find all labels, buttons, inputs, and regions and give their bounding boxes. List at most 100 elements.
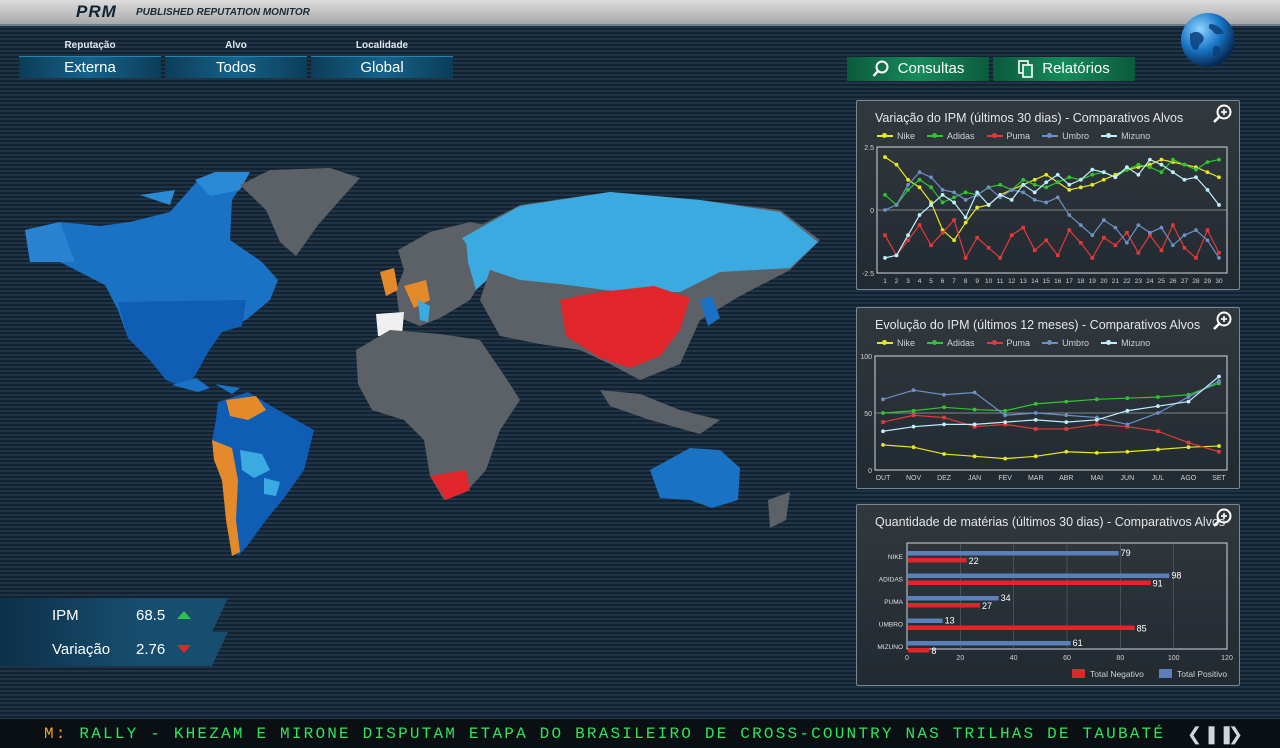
data-point-nike (1217, 444, 1221, 448)
data-point-adidas (906, 187, 910, 192)
data-point-mizuno (940, 192, 945, 197)
data-point-puma (1186, 440, 1191, 445)
bar-value-positivo: 79 (1121, 548, 1131, 558)
data-point-mizuno (1136, 172, 1141, 177)
filter-reputacao: Reputação Externa (19, 40, 161, 78)
world-map[interactable] (0, 160, 840, 560)
globe-icon[interactable] (1180, 12, 1236, 68)
data-point-puma (1125, 230, 1129, 235)
x-tick-label: 20 (1100, 278, 1108, 285)
data-point-adidas (1125, 396, 1130, 401)
data-point-mizuno (942, 422, 946, 427)
data-point-puma (1064, 427, 1069, 431)
data-point-puma (911, 413, 916, 418)
ticker-prev-icon[interactable]: ❮ (1187, 724, 1202, 745)
data-point-mizuno (1205, 187, 1210, 192)
map-region-oceania[interactable] (650, 448, 790, 528)
bar-value-negativo: 85 (1137, 624, 1147, 634)
x-tick-label: JAN (968, 475, 981, 482)
data-point-nike (963, 220, 968, 225)
data-point-mizuno (1124, 165, 1129, 170)
data-point-adidas (1147, 165, 1152, 170)
y-tick-label: 100 (860, 354, 872, 361)
filter-reputacao-button[interactable]: Externa (19, 56, 161, 78)
y-tick-label: 0 (868, 468, 872, 475)
data-point-umbro (1003, 413, 1008, 418)
data-point-adidas (963, 190, 968, 195)
filter-localidade-button[interactable]: Global (311, 56, 453, 78)
data-point-puma (1021, 225, 1026, 230)
app-logo: PRM (76, 2, 117, 21)
bar-value-negativo: 8 (931, 646, 936, 656)
data-point-mizuno (986, 203, 991, 207)
variacao-stat: Variação 2.76 (0, 632, 228, 666)
data-point-mizuno (975, 190, 980, 195)
series-line-adidas (882, 382, 1220, 414)
panel-ipm-variation: Variação do IPM (últimos 30 dias) - Comp… (856, 100, 1240, 290)
relatorios-button[interactable]: Relatórios (993, 57, 1135, 81)
data-point-mizuno (1125, 408, 1130, 413)
data-point-puma (1033, 427, 1038, 431)
bar-total-negativo (908, 625, 1135, 630)
data-point-umbro (1078, 223, 1083, 228)
data-point-adidas (1171, 157, 1175, 162)
ipm-label: IPM (52, 606, 79, 624)
data-point-nike (906, 177, 910, 182)
panel-ipm-evolution: Evolução do IPM (últimos 12 meses) - Com… (856, 307, 1240, 489)
ticker-prefix: M: (44, 725, 68, 743)
data-point-adidas (998, 182, 1003, 187)
x-tick-label: 14 (1031, 278, 1039, 285)
data-point-adidas (1205, 160, 1210, 165)
data-point-mizuno (1067, 182, 1072, 187)
data-point-umbro (1194, 228, 1198, 233)
data-point-nike (1003, 456, 1008, 461)
data-point-puma (1113, 243, 1118, 248)
bar-value-positivo: 13 (945, 616, 955, 626)
data-point-mizuno (1186, 399, 1191, 404)
data-point-umbro (906, 182, 910, 187)
data-point-adidas (1217, 157, 1221, 162)
data-point-umbro (1205, 238, 1210, 243)
data-point-nike (894, 162, 899, 167)
data-point-mizuno (929, 203, 933, 207)
map-region-africa[interactable] (356, 330, 520, 500)
data-point-puma (1032, 248, 1037, 253)
chart-materias-30-dias: 0 20 40 60 80 100 120 NIKE 79 22 ADIDAS 98 91 PUMA 34 2… (877, 542, 1233, 679)
map-region-greenland[interactable] (240, 168, 360, 256)
ticker-next-icon[interactable]: ❯ (1228, 724, 1243, 745)
data-point-adidas (972, 407, 977, 412)
documents-icon (1018, 60, 1034, 78)
consultas-button[interactable]: Consultas (847, 57, 989, 81)
data-point-mizuno (1156, 404, 1160, 409)
filter-alvo-button[interactable]: Todos (165, 56, 307, 78)
data-point-mizuno (1044, 180, 1049, 185)
x-tick-label: 2 (895, 278, 899, 285)
x-tick-label: 120 (1221, 655, 1233, 662)
data-point-nike (972, 454, 977, 459)
data-point-adidas (940, 200, 945, 205)
ipm-stat: IPM 68.5 (0, 598, 228, 632)
data-point-mizuno (1055, 172, 1060, 177)
x-tick-label: 4 (918, 278, 922, 285)
x-tick-label: 23 (1135, 278, 1143, 285)
data-point-adidas (911, 408, 916, 413)
variacao-value: 2.76 (136, 640, 166, 658)
data-point-umbro (1217, 379, 1221, 383)
category-label: PUMA (884, 599, 903, 606)
data-point-umbro (881, 397, 885, 402)
data-point-mizuno (1009, 198, 1014, 202)
data-point-mizuno (917, 213, 922, 217)
bar-total-negativo (908, 558, 967, 563)
map-region-south-america[interactable] (212, 392, 314, 556)
data-point-mizuno (963, 215, 968, 220)
data-point-mizuno (1033, 417, 1038, 422)
data-point-nike (942, 452, 946, 456)
map-region-north-america[interactable] (25, 172, 278, 394)
data-point-umbro (963, 198, 968, 202)
trend-up-icon (177, 611, 191, 619)
x-tick-label: 27 (1181, 278, 1189, 285)
data-point-mizuno (1064, 420, 1069, 425)
x-tick-label: AGO (1181, 475, 1197, 482)
data-point-umbro (1125, 422, 1130, 427)
data-point-umbro (1156, 411, 1160, 415)
